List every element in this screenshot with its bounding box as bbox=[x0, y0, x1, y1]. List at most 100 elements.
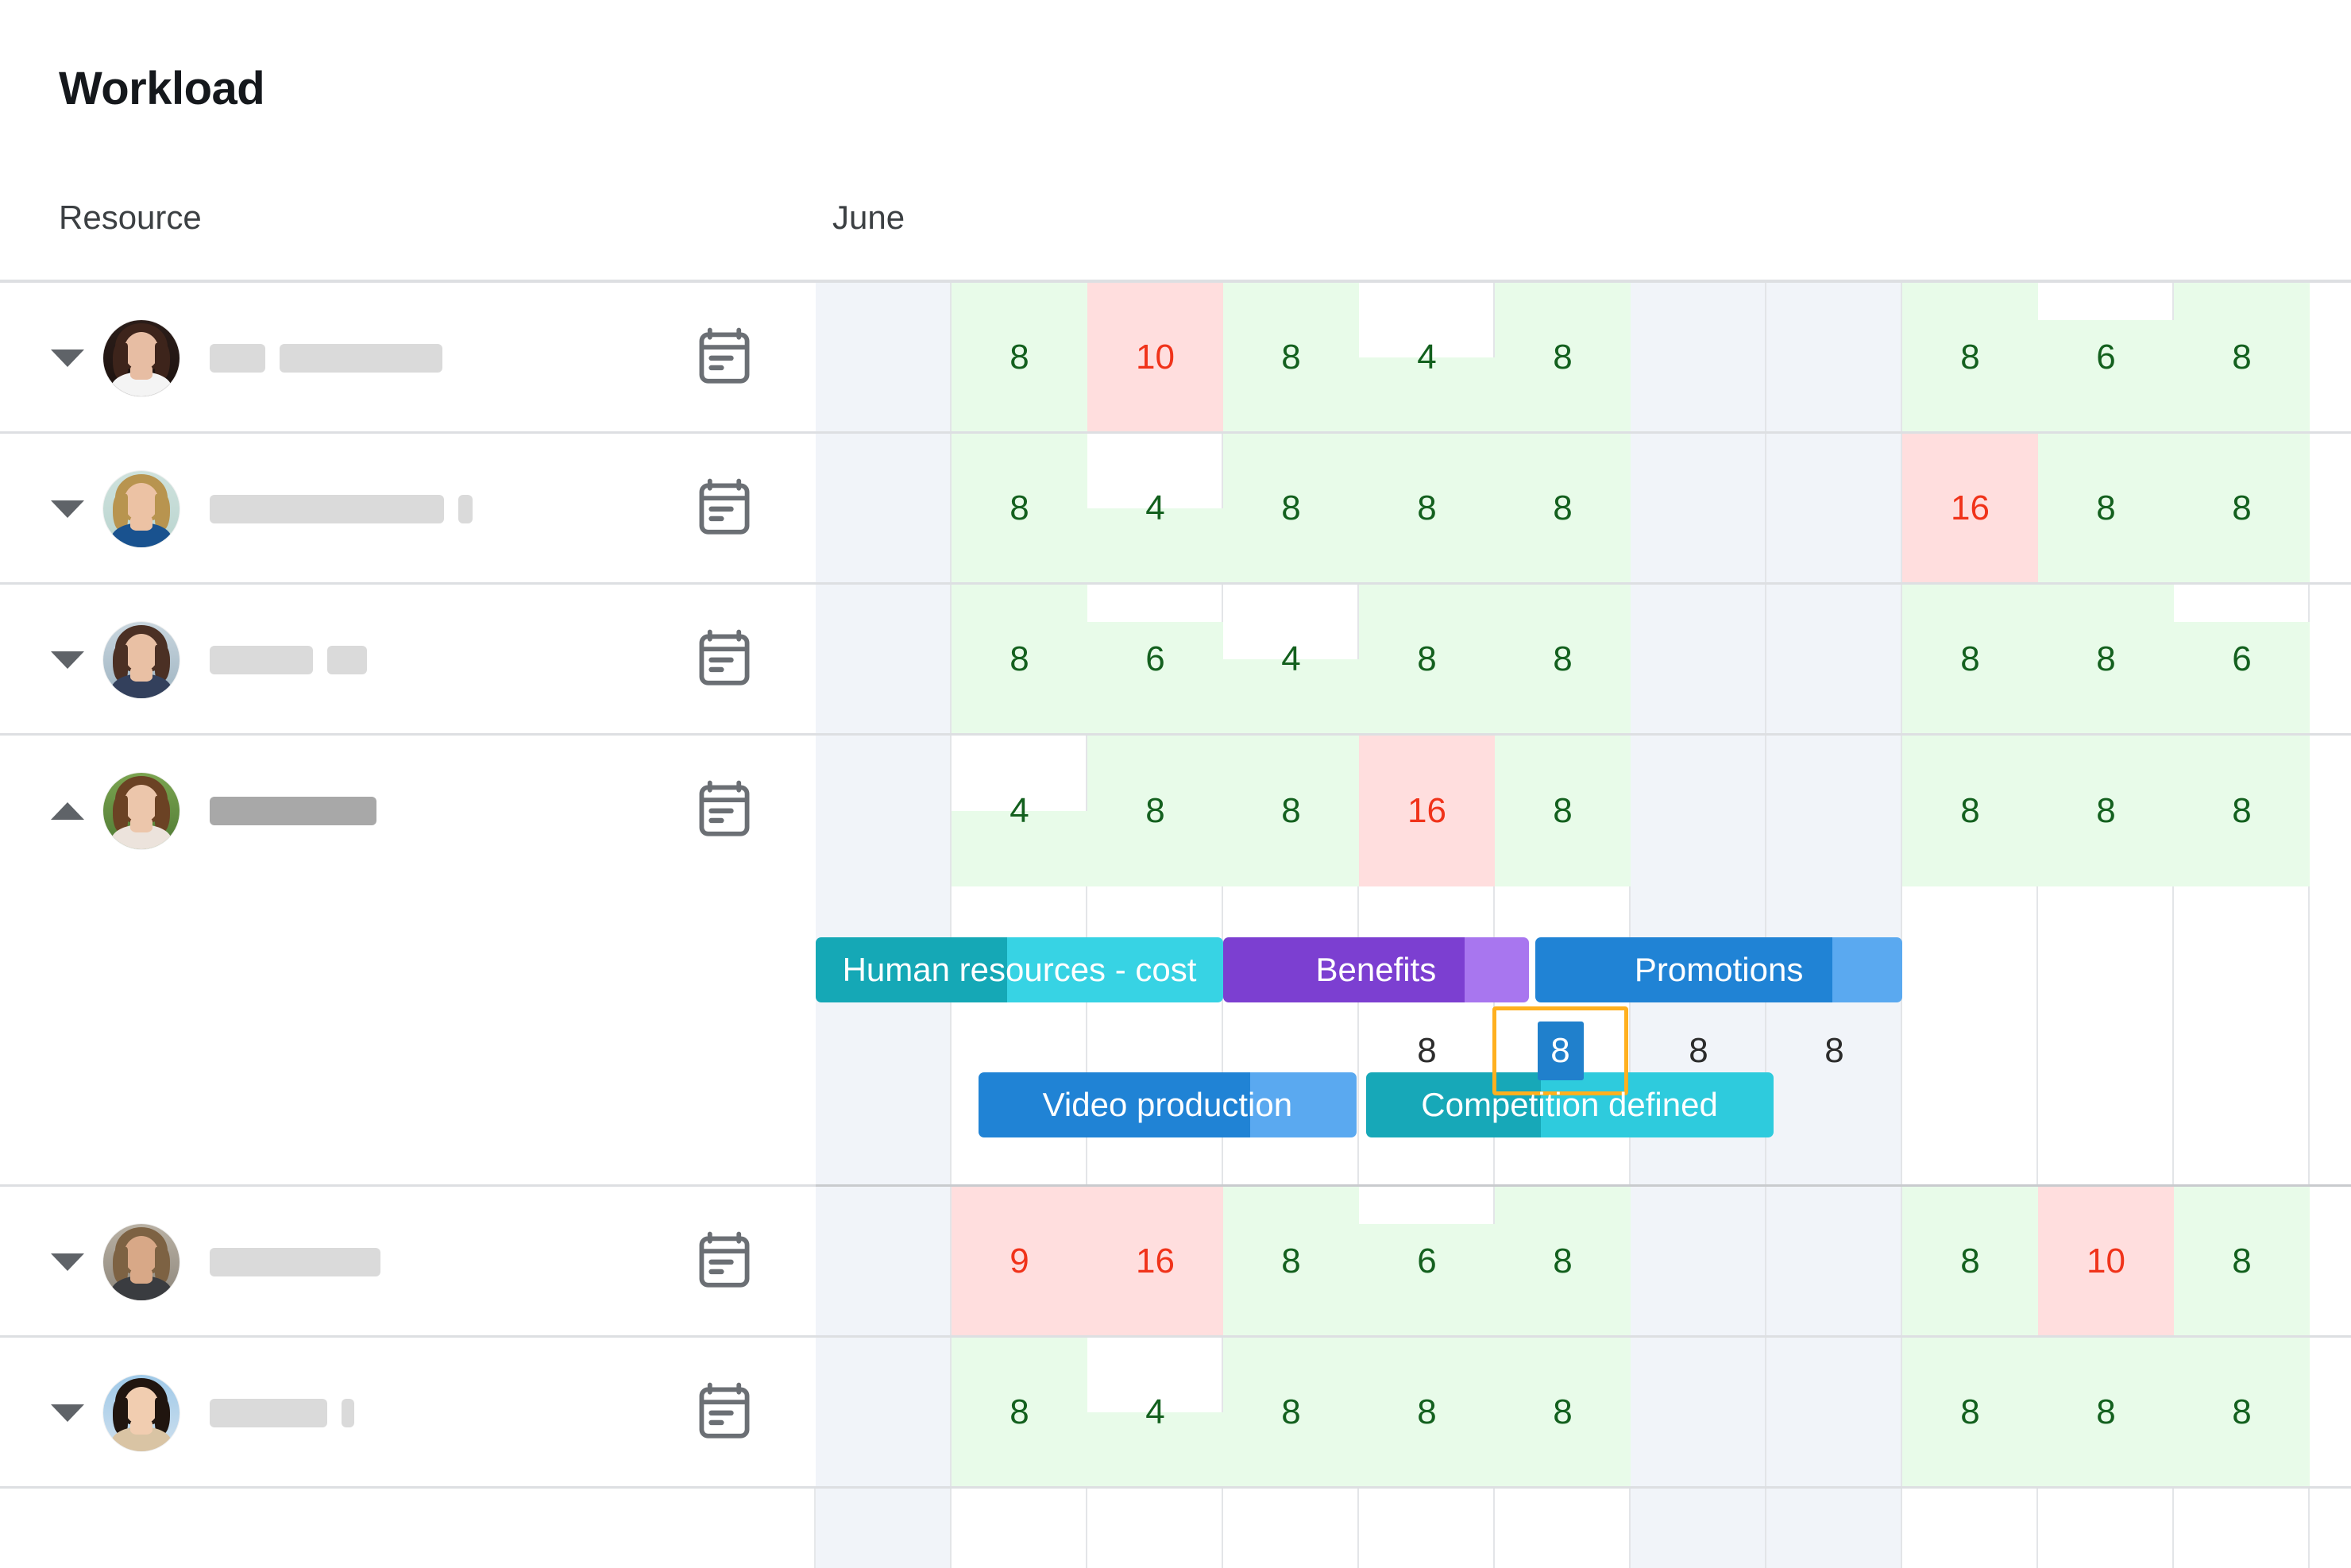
workload-cell[interactable]: 9 bbox=[952, 1187, 1087, 1335]
selected-allocation-cell[interactable]: 8 bbox=[1492, 1006, 1628, 1095]
workload-cell[interactable]: 6 bbox=[2174, 585, 2310, 733]
chevron-up-icon[interactable] bbox=[49, 793, 86, 829]
workload-cell[interactable]: 6 bbox=[2038, 283, 2174, 431]
workload-cell[interactable]: 8 bbox=[2174, 736, 2310, 886]
gantt-task-bar[interactable]: Promotions bbox=[1535, 937, 1902, 1002]
chevron-down-icon[interactable] bbox=[49, 1395, 86, 1431]
resource-row[interactable] bbox=[0, 585, 816, 736]
workload-cell[interactable]: 8 bbox=[2174, 434, 2310, 582]
workload-cell[interactable] bbox=[2310, 1187, 2351, 1335]
workload-cell[interactable]: 8 bbox=[1223, 1338, 1359, 1486]
allocation-cell[interactable]: 8 bbox=[1359, 1010, 1495, 1091]
allocation-cell[interactable]: 8 bbox=[1631, 1010, 1766, 1091]
resource-row[interactable] bbox=[0, 283, 816, 434]
workload-cell[interactable]: 8 bbox=[2038, 1338, 2174, 1486]
workload-cell[interactable] bbox=[1631, 736, 1766, 886]
workload-cell[interactable] bbox=[2310, 434, 2351, 582]
workload-cell[interactable]: 8 bbox=[2038, 585, 2174, 733]
workload-cell[interactable]: 8 bbox=[1223, 434, 1359, 582]
workload-cell[interactable]: 16 bbox=[1359, 736, 1495, 886]
workload-cell[interactable] bbox=[1631, 434, 1766, 582]
workload-cell[interactable] bbox=[2310, 736, 2351, 886]
calendar-icon[interactable] bbox=[695, 1381, 754, 1446]
workload-cell[interactable]: 8 bbox=[1359, 434, 1495, 582]
workload-cell[interactable]: 4 bbox=[1087, 1338, 1223, 1486]
calendar-icon[interactable] bbox=[695, 326, 754, 391]
workload-cell[interactable] bbox=[1766, 434, 1902, 582]
calendar-icon[interactable] bbox=[695, 1230, 754, 1295]
workload-cell[interactable]: 8 bbox=[1223, 736, 1359, 886]
gantt-task-bar[interactable]: Benefits bbox=[1223, 937, 1529, 1002]
workload-cell[interactable]: 10 bbox=[1087, 283, 1223, 431]
workload-cell[interactable]: 8 bbox=[1359, 1338, 1495, 1486]
workload-cell[interactable] bbox=[816, 1338, 952, 1486]
workload-cell[interactable]: 4 bbox=[1087, 434, 1223, 582]
workload-cell[interactable] bbox=[1766, 1187, 1902, 1335]
workload-cell[interactable]: 8 bbox=[1087, 736, 1223, 886]
workload-cell[interactable] bbox=[2310, 1338, 2351, 1486]
workload-cell[interactable]: 8 bbox=[1495, 434, 1631, 582]
workload-cell[interactable]: 6 bbox=[1359, 1187, 1495, 1335]
workload-cell[interactable] bbox=[1631, 585, 1766, 733]
workload-cell[interactable]: 8 bbox=[2038, 736, 2174, 886]
workload-cell[interactable]: 4 bbox=[952, 736, 1087, 886]
workload-cell[interactable]: 8 bbox=[952, 283, 1087, 431]
workload-cell[interactable] bbox=[1631, 283, 1766, 431]
workload-cell[interactable]: 16 bbox=[1087, 1187, 1223, 1335]
workload-cell[interactable]: 8 bbox=[1902, 1338, 2038, 1486]
calendar-icon[interactable] bbox=[695, 779, 754, 844]
workload-cell[interactable]: 8 bbox=[2038, 434, 2174, 582]
resource-row[interactable] bbox=[0, 1187, 816, 1338]
chevron-down-icon[interactable] bbox=[49, 491, 86, 527]
chevron-down-icon[interactable] bbox=[49, 1244, 86, 1280]
timeline-grid[interactable]: 8 10 8 4 8 8 6 8 8 4 8 8 8 16 8 8 8 6 4 … bbox=[816, 283, 2351, 1568]
workload-cell[interactable] bbox=[1766, 736, 1902, 886]
workload-cell[interactable]: 8 bbox=[952, 434, 1087, 582]
workload-cell[interactable]: 8 bbox=[1902, 1187, 2038, 1335]
workload-cell[interactable]: 8 bbox=[2174, 1338, 2310, 1486]
gantt-task-bar[interactable]: Video production bbox=[979, 1072, 1357, 1137]
workload-cell[interactable]: 8 bbox=[952, 1338, 1087, 1486]
workload-cell[interactable] bbox=[2310, 283, 2351, 431]
calendar-icon[interactable] bbox=[695, 628, 754, 693]
workload-cell[interactable]: 4 bbox=[1359, 283, 1495, 431]
workload-cell[interactable]: 8 bbox=[1902, 585, 2038, 733]
resource-row[interactable] bbox=[0, 1338, 816, 1489]
workload-cell[interactable]: 8 bbox=[1495, 1338, 1631, 1486]
allocation-cell[interactable]: 8 bbox=[1766, 1010, 1902, 1091]
workload-cell[interactable] bbox=[1766, 283, 1902, 431]
workload-cell[interactable]: 8 bbox=[1223, 1187, 1359, 1335]
workload-cell[interactable] bbox=[816, 434, 952, 582]
workload-cell[interactable] bbox=[816, 585, 952, 733]
resource-row[interactable] bbox=[0, 736, 816, 1187]
resource-row[interactable] bbox=[0, 434, 816, 585]
workload-cell[interactable] bbox=[1631, 1338, 1766, 1486]
workload-cell[interactable]: 10 bbox=[2038, 1187, 2174, 1335]
workload-cell[interactable]: 8 bbox=[1902, 736, 2038, 886]
workload-cell[interactable] bbox=[1766, 1338, 1902, 1486]
workload-cell[interactable]: 8 bbox=[2174, 283, 2310, 431]
calendar-icon[interactable] bbox=[695, 477, 754, 542]
workload-cell[interactable]: 8 bbox=[1495, 736, 1631, 886]
workload-cell[interactable]: 8 bbox=[1223, 283, 1359, 431]
workload-cell[interactable]: 6 bbox=[1087, 585, 1223, 733]
workload-cell[interactable]: 8 bbox=[1902, 283, 2038, 431]
workload-cell[interactable]: 16 bbox=[1902, 434, 2038, 582]
workload-cell[interactable] bbox=[2310, 585, 2351, 733]
workload-cell[interactable]: 8 bbox=[1495, 1187, 1631, 1335]
workload-cell[interactable]: 8 bbox=[952, 585, 1087, 733]
workload-cell[interactable] bbox=[816, 1187, 952, 1335]
workload-cell[interactable]: 8 bbox=[1359, 585, 1495, 733]
workload-cell[interactable] bbox=[1631, 1187, 1766, 1335]
workload-cell[interactable] bbox=[816, 736, 952, 886]
workload-cell[interactable]: 8 bbox=[2174, 1187, 2310, 1335]
workload-cell[interactable]: 4 bbox=[1223, 585, 1359, 733]
workload-cell[interactable]: 8 bbox=[1495, 283, 1631, 431]
workload-cell-value: 6 bbox=[1417, 1241, 1437, 1280]
workload-cell[interactable]: 8 bbox=[1495, 585, 1631, 733]
gantt-task-bar[interactable]: Human resources - cost bbox=[816, 937, 1223, 1002]
workload-cell[interactable] bbox=[1766, 585, 1902, 733]
chevron-down-icon[interactable] bbox=[49, 642, 86, 678]
chevron-down-icon[interactable] bbox=[49, 340, 86, 377]
workload-cell[interactable] bbox=[816, 283, 952, 431]
